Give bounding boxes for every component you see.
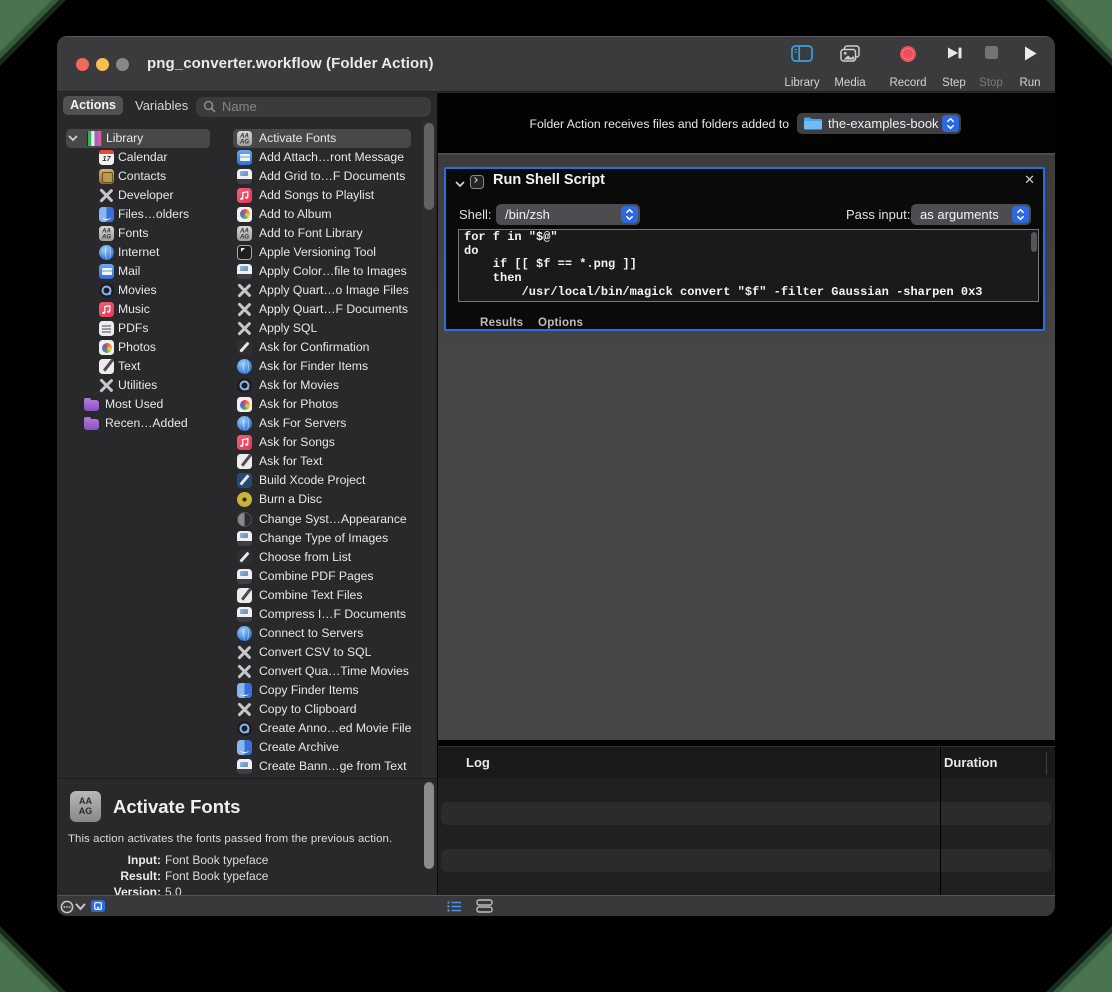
svg-text:AG: AG	[239, 139, 249, 145]
svg-text:AG: AG	[101, 234, 111, 240]
svg-text:AG: AG	[239, 234, 249, 240]
